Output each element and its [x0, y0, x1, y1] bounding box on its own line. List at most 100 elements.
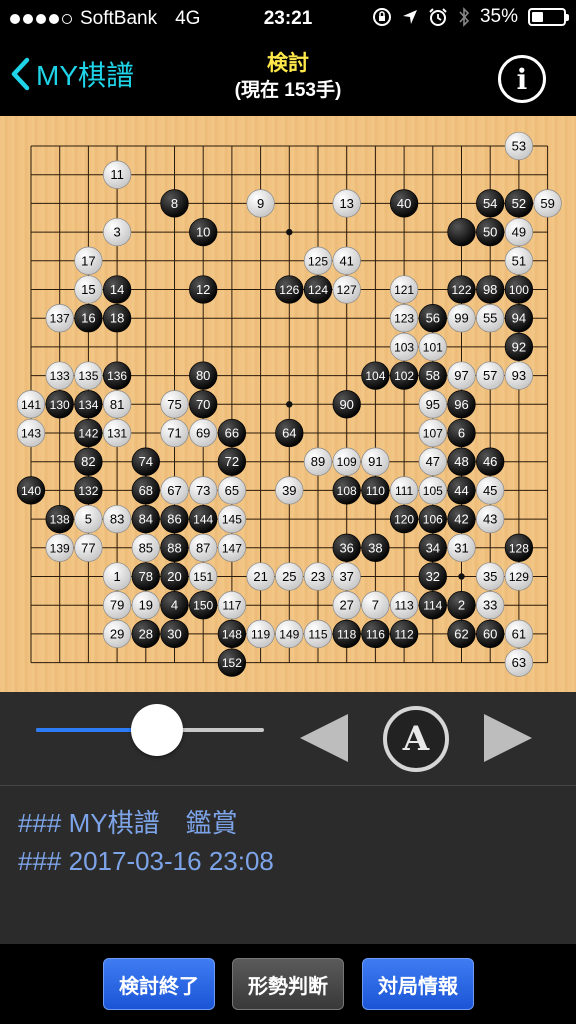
move-number: 39: [282, 483, 296, 498]
move-number: 86: [167, 512, 181, 527]
move-number: 16: [81, 311, 95, 326]
move-number: 31: [454, 540, 468, 555]
move-number: 126: [279, 283, 299, 297]
bluetooth-icon: [459, 7, 470, 27]
white-stone: 43: [476, 504, 505, 534]
move-number: 19: [139, 598, 153, 613]
move-number: 74: [139, 454, 153, 469]
move-number: 94: [512, 311, 526, 326]
rotation-lock-icon: [372, 8, 391, 26]
white-stone: 123: [389, 304, 419, 333]
move-number: 89: [311, 454, 325, 469]
move-number: 63: [512, 655, 526, 670]
white-stone: 85: [131, 533, 160, 562]
white-stone: 7: [361, 591, 390, 620]
move-number: 52: [512, 196, 526, 211]
move-number: 134: [78, 398, 98, 412]
black-stone: 152: [217, 648, 247, 677]
white-stone: 115: [303, 619, 333, 649]
move-number: 37: [339, 569, 353, 584]
move-number: 150: [193, 599, 213, 613]
move-number: 122: [451, 283, 471, 297]
move-slider[interactable]: [36, 704, 264, 756]
move-number: 85: [139, 540, 153, 555]
game-info-button[interactable]: 対局情報: [362, 958, 474, 1010]
move-number: 125: [308, 254, 328, 268]
move-number: 77: [81, 540, 95, 555]
move-number: 112: [395, 627, 414, 641]
go-board[interactable]: 53 11 8 9 13 40 54 52 59 3 10 50 49 17 125 41 51 15 14 12 12…: [0, 116, 576, 692]
black-stone: 106: [418, 504, 447, 534]
white-stone: 129: [504, 562, 534, 591]
black-stone: 62: [447, 619, 476, 649]
move-number: 142: [78, 427, 98, 441]
move-number: 82: [81, 454, 95, 469]
white-stone: 127: [332, 275, 361, 304]
white-stone: 97: [447, 361, 476, 390]
black-stone: 136: [102, 361, 132, 390]
white-stone: 29: [102, 619, 132, 649]
move-number: 71: [167, 426, 181, 441]
black-stone: 100: [504, 275, 534, 304]
white-stone: 57: [476, 361, 505, 390]
black-stone: 20: [160, 562, 189, 591]
black-stone: 74: [131, 447, 160, 476]
end-review-button[interactable]: 検討終了: [103, 958, 215, 1010]
black-stone: 52: [504, 189, 534, 218]
black-stone: 10: [189, 217, 218, 247]
move-number: 98: [483, 282, 497, 297]
black-stone: 14: [102, 275, 132, 304]
white-stone: 131: [102, 418, 132, 448]
white-stone: 103: [389, 332, 419, 362]
auto-play-button[interactable]: A: [383, 706, 449, 772]
move-number: 141: [21, 398, 41, 412]
white-stone: 49: [504, 217, 534, 247]
move-number: 36: [339, 540, 353, 555]
white-stone: 89: [303, 447, 333, 476]
black-stone: 70: [189, 390, 218, 419]
black-stone: 60: [476, 619, 505, 649]
slider-thumb[interactable]: [130, 704, 183, 756]
move-number: 15: [81, 282, 95, 297]
comment-panel[interactable]: ### MY棋譜 鑑賞 ### 2017-03-16 23:08: [0, 786, 576, 944]
move-number: 20: [167, 569, 181, 584]
move-number: 78: [139, 569, 153, 584]
move-number: 10: [196, 225, 210, 240]
move-number: 96: [454, 397, 468, 412]
black-stone: 142: [74, 418, 103, 448]
move-number: 136: [107, 369, 127, 383]
black-stone: 58: [418, 361, 447, 390]
black-stone: 102: [389, 361, 419, 390]
black-stone: 46: [476, 447, 505, 476]
move-number: 80: [196, 368, 210, 383]
move-number: 148: [222, 627, 242, 641]
previous-move-button[interactable]: [296, 710, 352, 771]
black-stone: 130: [45, 390, 74, 419]
status-bar: SoftBank 4G 23:21 35%: [0, 0, 576, 40]
info-button[interactable]: i: [498, 55, 546, 103]
white-stone: 141: [16, 390, 46, 419]
move-number: 108: [337, 484, 357, 498]
move-number: 118: [337, 627, 356, 641]
black-stone: 30: [160, 619, 189, 649]
white-stone: 53: [504, 131, 534, 161]
black-stone: 72: [217, 447, 247, 476]
move-number: 127: [337, 283, 357, 297]
evaluate-position-button[interactable]: 形勢判断: [232, 958, 344, 1010]
white-stone: 137: [45, 304, 74, 333]
move-number: 4: [171, 598, 178, 613]
move-number: 33: [483, 598, 497, 613]
board-grid[interactable]: 53118 9 13 40 54 52 593 10 50 4917 125 41 5115 14 12 12…: [0, 116, 576, 692]
move-number: 29: [110, 626, 124, 641]
move-number: 111: [395, 484, 414, 498]
move-number: 62: [454, 626, 468, 641]
next-move-button[interactable]: [480, 710, 536, 771]
white-stone: 95: [418, 390, 447, 419]
black-stone: 6: [447, 418, 476, 448]
move-number: 69: [196, 426, 210, 441]
status-icons: 35%: [372, 6, 569, 28]
move-number: 68: [139, 483, 153, 498]
move-number: 61: [512, 626, 526, 641]
auto-play-label: A: [402, 719, 430, 759]
move-number: 46: [483, 454, 497, 469]
